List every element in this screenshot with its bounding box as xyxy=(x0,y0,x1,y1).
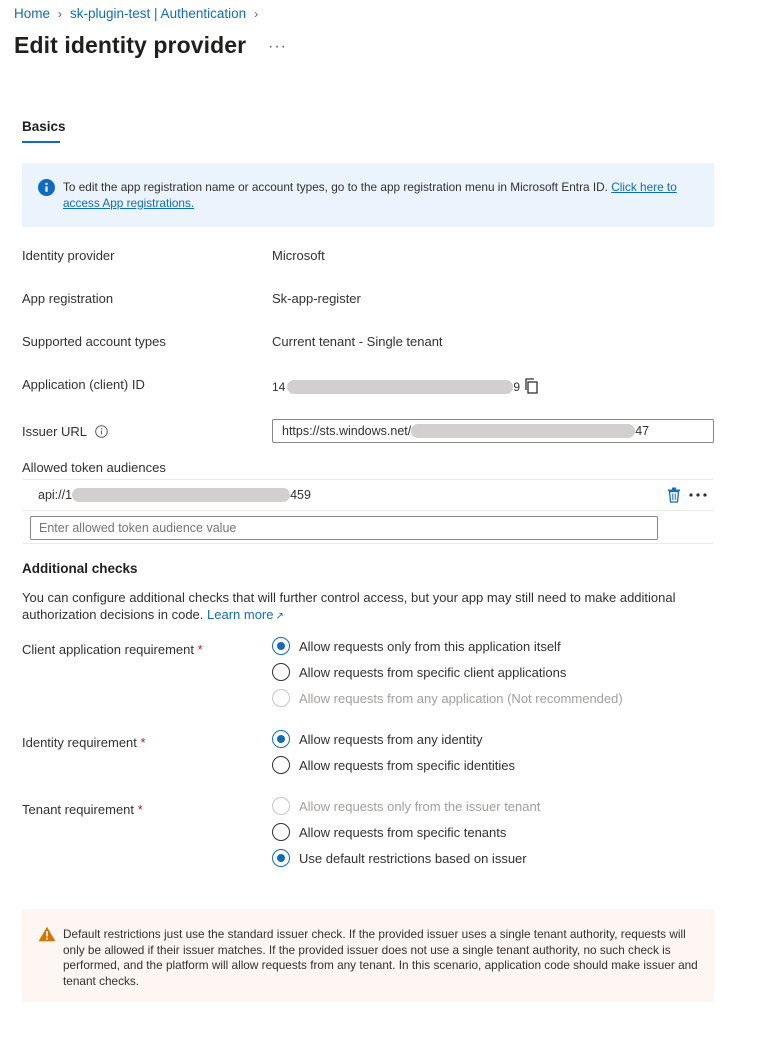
radio-circle xyxy=(272,756,290,774)
client-requirement-label: Client application requirement * xyxy=(22,642,203,657)
divider xyxy=(22,543,714,544)
radio-circle xyxy=(272,637,290,655)
issuer-url-suffix: 47 xyxy=(635,424,650,438)
info-icon xyxy=(38,179,55,196)
tab-selected-indicator xyxy=(22,141,60,143)
info-banner-text: To edit the app registration name or acc… xyxy=(63,180,703,211)
warning-banner-text: Default restrictions just use the standa… xyxy=(63,927,698,988)
radio-circle xyxy=(272,663,290,681)
tenant-requirement-label: Tenant requirement * xyxy=(22,802,143,817)
identity-requirement-label: Identity requirement * xyxy=(22,735,146,750)
redacted-block xyxy=(287,380,514,394)
breadcrumb-home-link[interactable]: Home xyxy=(14,6,50,21)
breadcrumb-resource-link[interactable]: sk-plugin-test | Authentication xyxy=(70,6,246,21)
audience-input[interactable] xyxy=(30,516,658,540)
required-indicator: * xyxy=(137,802,143,817)
issuer-url-prefix: https://sts.windows.net/ xyxy=(282,424,412,438)
chevron-right-icon: › xyxy=(254,6,259,21)
client-id-label: Application (client) ID xyxy=(22,377,145,392)
radio-circle xyxy=(272,849,290,867)
radio-tenant-issuer: Allow requests only from the issuer tena… xyxy=(272,797,540,815)
app-registration-value: Sk-app-register xyxy=(272,291,361,306)
radio-label: Allow requests from any application (Not… xyxy=(299,690,623,706)
delete-icon[interactable] xyxy=(667,487,681,503)
radio-circle xyxy=(272,689,290,707)
additional-checks-title: Additional checks xyxy=(22,561,138,576)
learn-more-label: Learn more xyxy=(207,607,274,622)
identity-requirement-text: Identity requirement xyxy=(22,735,137,750)
additional-checks-description: You can configure additional checks that… xyxy=(22,589,712,625)
allowed-audiences-label: Allowed token audiences xyxy=(22,460,166,475)
page-title: Edit identity provider xyxy=(14,32,247,58)
description-text: You can configure additional checks that… xyxy=(22,590,676,622)
identity-provider-value: Microsoft xyxy=(272,248,325,263)
radio-client-this-app[interactable]: Allow requests only from this applicatio… xyxy=(272,637,561,655)
tenant-requirement-text: Tenant requirement xyxy=(22,802,135,817)
radio-label: Use default restrictions based on issuer xyxy=(299,850,527,866)
issuer-url-label: Issuer URL xyxy=(22,424,88,439)
identity-provider-label: Identity provider xyxy=(22,248,115,263)
radio-tenant-default[interactable]: Use default restrictions based on issuer xyxy=(272,849,527,867)
radio-label: Allow requests from specific client appl… xyxy=(299,664,567,680)
radio-client-any: Allow requests from any application (Not… xyxy=(272,689,623,707)
info-tooltip-icon[interactable] xyxy=(95,425,108,438)
client-id-value: 14 9 xyxy=(272,380,520,394)
radio-tenant-specific[interactable]: Allow requests from specific tenants xyxy=(272,823,506,841)
copy-icon[interactable] xyxy=(523,377,541,395)
radio-label: Allow requests only from this applicatio… xyxy=(299,638,561,654)
app-registration-label: App registration xyxy=(22,291,114,306)
radio-identity-specific[interactable]: Allow requests from specific identities xyxy=(272,756,515,774)
divider xyxy=(22,510,714,511)
account-types-value: Current tenant - Single tenant xyxy=(272,334,443,349)
info-banner-message: To edit the app registration name or acc… xyxy=(63,180,608,194)
divider xyxy=(22,479,714,480)
radio-label: Allow requests from specific tenants xyxy=(299,824,507,840)
learn-more-link[interactable]: Learn more ↗ xyxy=(207,607,284,622)
redacted-block xyxy=(411,424,636,438)
audience-prefix: api://1 xyxy=(38,488,73,502)
radio-label: Allow requests from any identity xyxy=(299,731,483,747)
radio-identity-any[interactable]: Allow requests from any identity xyxy=(272,730,483,748)
redacted-block xyxy=(72,488,291,502)
client-id-prefix: 14 xyxy=(272,380,286,394)
audience-list-item: api://1 459 xyxy=(38,488,311,502)
issuer-url-input[interactable]: https://sts.windows.net/ 47 xyxy=(272,419,714,443)
external-link-icon: ↗ xyxy=(275,611,284,622)
radio-label: Allow requests only from the issuer tena… xyxy=(299,798,541,814)
more-options-button[interactable]: ··· xyxy=(268,38,287,56)
audience-suffix: 459 xyxy=(290,488,311,502)
radio-circle xyxy=(272,730,290,748)
radio-circle xyxy=(272,797,290,815)
client-requirement-text: Client application requirement xyxy=(22,642,194,657)
warning-icon xyxy=(38,926,56,942)
account-types-label: Supported account types xyxy=(22,334,166,349)
radio-circle xyxy=(272,823,290,841)
issuer-url-label-row: Issuer URL xyxy=(22,424,108,439)
required-indicator: * xyxy=(140,735,146,750)
radio-label: Allow requests from specific identities xyxy=(299,757,516,773)
tab-basics[interactable]: Basics xyxy=(22,119,66,134)
breadcrumb: Home › sk-plugin-test | Authentication › xyxy=(14,6,258,21)
required-indicator: * xyxy=(197,642,203,657)
chevron-right-icon: › xyxy=(58,6,63,21)
client-id-suffix: 9 xyxy=(513,380,521,394)
radio-client-specific[interactable]: Allow requests from specific client appl… xyxy=(272,663,566,681)
more-actions-icon[interactable] xyxy=(689,493,707,497)
